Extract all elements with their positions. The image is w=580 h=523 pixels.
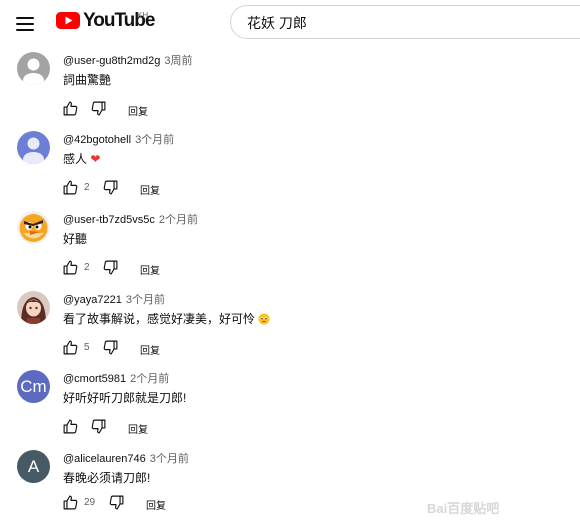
comment-actions: 2 回复 [60, 259, 260, 279]
comment-actions: 29 回复 [60, 494, 260, 514]
comment-time[interactable]: 3个月前 [150, 453, 189, 465]
comment-author[interactable]: @42bgotohell [63, 134, 131, 146]
reply-button[interactable]: 回复 [146, 497, 166, 512]
comment-meta: @user-tb7zd5vs5c 2个月前 [63, 211, 198, 227]
comment-meta: @cmort5981 2个月前 [63, 370, 169, 386]
search-box[interactable] [230, 5, 580, 39]
pleading-face-emoji-icon [258, 313, 270, 325]
comment-text: 看了故事解说，感觉好凄美，好可怜 [63, 310, 270, 327]
comment-author[interactable]: @user-gu8th2md2g [63, 55, 160, 67]
thumbs-down-icon[interactable] [102, 259, 119, 276]
comment-text: 感人 ❤ [63, 150, 100, 167]
comment-text: 詞曲驚艷 [63, 73, 112, 87]
comment-time[interactable]: 3个月前 [126, 294, 165, 306]
angry-bird-avatar-icon [17, 211, 50, 244]
thumbs-up-icon[interactable] [62, 494, 79, 511]
comment-text: 春晚必须请刀郎! [63, 471, 151, 485]
comment-actions: 回复 [60, 418, 260, 438]
comment-time[interactable]: 3个月前 [135, 134, 174, 146]
thumbs-down-icon[interactable] [102, 179, 119, 196]
comment-meta: @user-gu8th2md2g 3周前 [63, 52, 193, 68]
menu-icon[interactable] [14, 13, 36, 33]
like-count: 5 [84, 342, 90, 353]
youtube-play-icon [56, 12, 80, 29]
comment-actions: 5 回复 [60, 339, 260, 359]
comment-actions: 2 回复 [60, 179, 260, 199]
reply-button[interactable]: 回复 [140, 182, 160, 197]
comment-time[interactable]: 2个月前 [159, 214, 198, 226]
avatar-initials: A [17, 450, 50, 483]
comment-author[interactable]: @yaya7221 [63, 294, 122, 306]
reply-button[interactable]: 回复 [128, 421, 148, 436]
avatar-initials: Cm [17, 370, 50, 403]
thumbs-up-icon[interactable] [62, 418, 79, 435]
comment-time[interactable]: 2个月前 [130, 373, 169, 385]
comment-author[interactable]: @user-tb7zd5vs5c [63, 214, 155, 226]
avatar[interactable]: A [17, 450, 50, 483]
like-count: 2 [84, 262, 90, 273]
heart-emoji-icon: ❤ [90, 152, 101, 166]
comment-text-content: 看了故事解说，感觉好凄美，好可怜 [63, 312, 256, 326]
avatar[interactable] [17, 291, 50, 324]
illustrated-avatar-icon [17, 291, 50, 324]
avatar[interactable] [17, 211, 50, 244]
thumbs-down-icon[interactable] [102, 339, 119, 356]
comment-time[interactable]: 3周前 [164, 55, 192, 67]
search-input[interactable] [245, 14, 569, 32]
default-avatar-icon [17, 131, 50, 164]
thumbs-down-icon[interactable] [90, 418, 107, 435]
comment-author[interactable]: @cmort5981 [63, 373, 126, 385]
thumbs-down-icon[interactable] [108, 494, 125, 511]
baidu-watermark: Bai百度贴吧 [427, 501, 500, 516]
reply-button[interactable]: 回复 [140, 342, 160, 357]
comment-text: 好听好听刀郎就是刀郎! [63, 391, 187, 405]
reply-button[interactable]: 回复 [140, 262, 160, 277]
comment-meta: @42bgotohell 3个月前 [63, 131, 174, 147]
thumbs-up-icon[interactable] [62, 339, 79, 356]
like-count: 29 [84, 497, 96, 508]
default-avatar-icon [17, 52, 50, 85]
thumbs-up-icon[interactable] [62, 179, 79, 196]
comment-actions: 回复 [60, 100, 260, 120]
top-bar: YouTube KH [0, 0, 580, 46]
reply-button[interactable]: 回复 [128, 103, 148, 118]
comment-meta: @alicelauren746 3个月前 [63, 450, 189, 466]
comment-text-content: 感人 [63, 152, 88, 166]
avatar[interactable] [17, 131, 50, 164]
country-code: KH [137, 11, 149, 20]
thumbs-down-icon[interactable] [90, 100, 107, 117]
thumbs-up-icon[interactable] [62, 259, 79, 276]
comment-meta: @yaya7221 3个月前 [63, 291, 165, 307]
thumbs-up-icon[interactable] [62, 100, 79, 117]
comment-author[interactable]: @alicelauren746 [63, 453, 146, 465]
avatar[interactable]: Cm [17, 370, 50, 403]
avatar[interactable] [17, 52, 50, 85]
comment-text: 好聽 [63, 232, 88, 246]
like-count: 2 [84, 182, 90, 193]
